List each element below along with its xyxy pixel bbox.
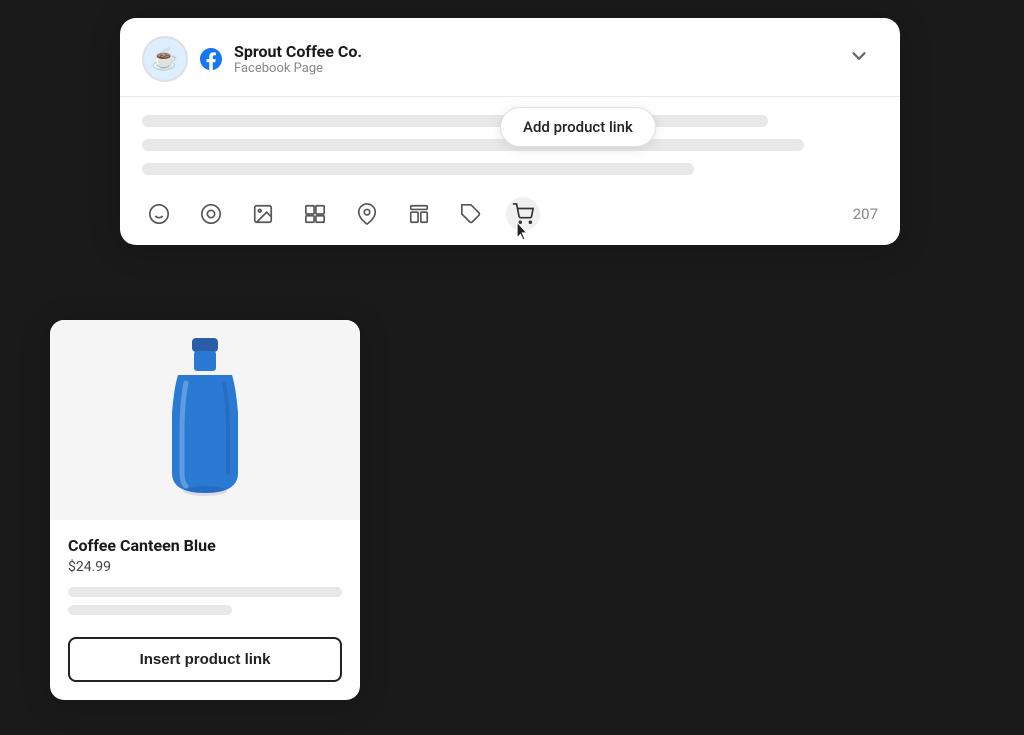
header-left: ☕ Sprout Coffee Co. Facebook Page — [142, 36, 362, 82]
avatar: ☕ — [142, 36, 188, 82]
text-placeholder-2 — [142, 139, 804, 151]
emoji-button[interactable] — [142, 197, 176, 231]
product-image — [50, 320, 360, 520]
composer-card: ☕ Sprout Coffee Co. Facebook Page — [120, 18, 900, 245]
facebook-icon — [200, 48, 222, 70]
text-placeholder-1 — [142, 115, 768, 127]
composer-toolbar: 207 — [120, 187, 900, 245]
product-desc-line-1 — [68, 587, 342, 597]
product-name: Coffee Canteen Blue — [68, 536, 342, 555]
account-info: Sprout Coffee Co. Facebook Page — [234, 42, 362, 76]
cart-button[interactable] — [506, 197, 540, 231]
char-count: 207 — [853, 205, 878, 223]
composer-header: ☕ Sprout Coffee Co. Facebook Page — [120, 18, 900, 97]
composer-body: Add product link — [120, 97, 900, 175]
cursor-indicator — [513, 221, 533, 249]
product-price: $24.99 — [68, 559, 342, 575]
gallery-button[interactable] — [298, 197, 332, 231]
product-bottle-svg — [150, 333, 260, 508]
product-card: Coffee Canteen Blue $24.99 Insert produc… — [50, 320, 360, 700]
product-desc-line-2 — [68, 605, 232, 615]
toolbar-icons — [142, 197, 851, 231]
add-product-tooltip: Add product link — [500, 107, 656, 147]
tag-button[interactable] — [454, 197, 488, 231]
photo-button[interactable] — [246, 197, 280, 231]
product-info: Coffee Canteen Blue $24.99 Insert produc… — [50, 520, 360, 700]
layout-button[interactable] — [402, 197, 436, 231]
account-type: Facebook Page — [234, 61, 362, 76]
mention-button[interactable] — [194, 197, 228, 231]
insert-product-link-button[interactable]: Insert product link — [68, 637, 342, 682]
location-button[interactable] — [350, 197, 384, 231]
text-placeholder-3 — [142, 163, 694, 175]
collapse-button[interactable] — [840, 41, 878, 77]
account-name: Sprout Coffee Co. — [234, 42, 362, 61]
